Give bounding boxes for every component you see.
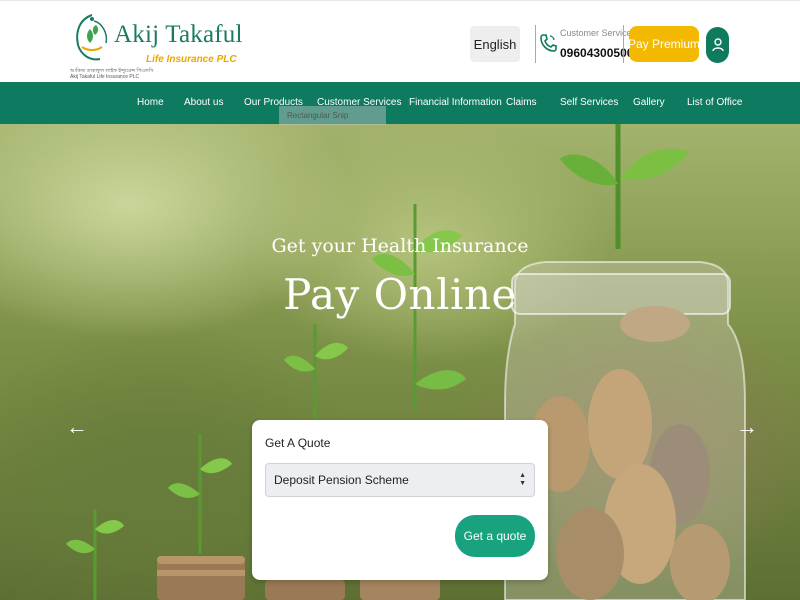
logo-subtitle: Life Insurance PLC <box>146 54 237 65</box>
user-icon <box>711 38 724 52</box>
nav-item-financial-information[interactable]: Financial Information <box>409 82 502 124</box>
divider <box>535 25 536 63</box>
plan-select[interactable]: Deposit Pension Scheme ▲ ▼ <box>265 463 535 497</box>
nav-item-about-us[interactable]: About us <box>184 82 223 124</box>
logo[interactable]: Akij Takaful Life Insurance PLC আকিজ তাক… <box>70 11 242 81</box>
quote-card: Get A Quote Deposit Pension Scheme ▲ ▼ Ge… <box>252 420 548 580</box>
phone-icon <box>540 34 557 52</box>
logo-tagline: আকিজ তাকাফুল লাইফ ইন্স্যুরেন্স পিএলসি Ak… <box>70 68 154 80</box>
language-button[interactable]: English <box>470 26 520 62</box>
snip-label: Rectangular Snip <box>287 111 349 120</box>
nav-item-claims[interactable]: Claims <box>506 82 537 124</box>
carousel-prev-arrow-icon[interactable]: ← <box>66 414 88 440</box>
get-a-quote-button[interactable]: Get a quote <box>455 515 535 557</box>
logo-title: Akij Takaful <box>114 21 243 48</box>
divider <box>623 25 624 63</box>
nav-item-home[interactable]: Home <box>137 82 164 124</box>
quote-label: Get A Quote <box>265 436 331 450</box>
nav-item-list-of-office[interactable]: List of Office <box>687 82 742 124</box>
logo-tagline-en: Akij Takaful Life Insurance PLC <box>70 74 140 80</box>
main-nav: Home About us Our Products Customer Serv… <box>0 82 800 124</box>
hero-subtitle: Get your Health Insurance <box>271 235 529 257</box>
hero-title: Pay Online <box>283 270 517 319</box>
pay-premium-button[interactable]: Pay Premium <box>628 26 700 62</box>
nav-item-self-services[interactable]: Self Services <box>560 82 618 124</box>
site-header: Akij Takaful Life Insurance PLC আকিজ তাক… <box>0 0 800 82</box>
carousel-next-arrow-icon[interactable]: → <box>736 414 758 440</box>
plan-select-value: Deposit Pension Scheme <box>274 473 409 487</box>
rectangular-snip-overlay: Rectangular Snip <box>279 106 386 125</box>
logo-emblem-icon <box>76 14 108 61</box>
customer-service-label: Customer Service <box>560 28 632 38</box>
nav-item-gallery[interactable]: Gallery <box>633 82 665 124</box>
user-account-button[interactable] <box>706 27 729 63</box>
select-caret-icon: ▲ ▼ <box>519 472 526 487</box>
